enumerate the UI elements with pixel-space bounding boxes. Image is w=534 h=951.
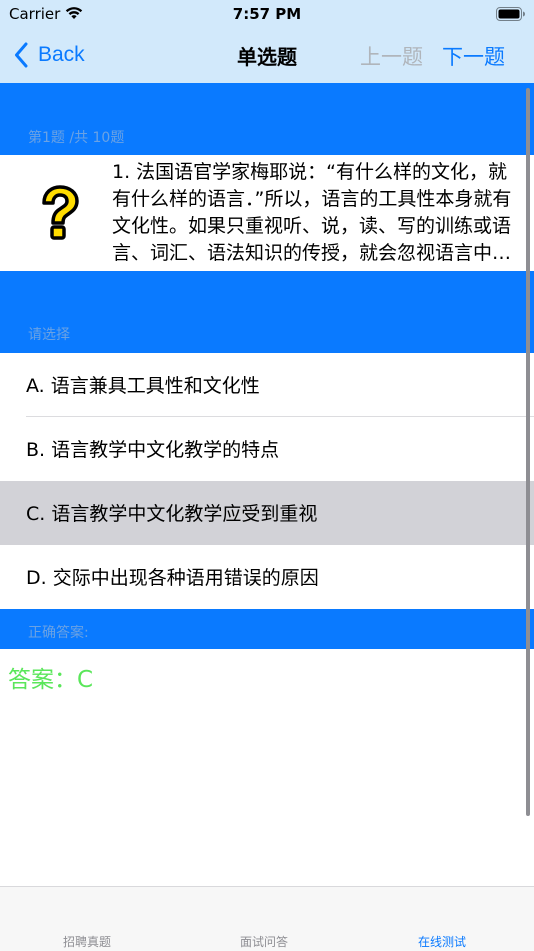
- correct-answer-band: 正确答案:: [0, 609, 534, 649]
- option-b[interactable]: B. 语言教学中文化教学的特点: [0, 417, 534, 481]
- correct-answer-label: 正确答案:: [28, 625, 89, 641]
- question-row: 1. 法国语官学家梅耶说：“有什么样的文化，就有什么样的语言．”所以，语言的工具…: [0, 155, 534, 271]
- option-b-label: B. 语言教学中文化教学的特点: [26, 439, 280, 461]
- navigation-bar: Back 单选题 上一题 下一题: [0, 28, 534, 83]
- question-header-band: 第1题 /共 10题: [0, 83, 534, 155]
- option-c[interactable]: C. 语言教学中文化教学应受到重视: [0, 481, 534, 545]
- tab-interview-qa[interactable]: 面试问答: [240, 933, 288, 950]
- option-d[interactable]: D. 交际中出现各种语用错误的原因: [0, 545, 534, 609]
- status-bar: Carrier 7:57 PM: [0, 0, 534, 28]
- option-c-label: C. 语言教学中文化教学应受到重视: [26, 503, 318, 525]
- tab-online-test[interactable]: 在线测试: [418, 933, 466, 950]
- choose-band: 请选择: [0, 271, 534, 353]
- choose-label: 请选择: [28, 327, 70, 343]
- question-text: 1. 法国语官学家梅耶说：“有什么样的文化，就有什么样的语言．”所以，语言的工具…: [112, 161, 512, 264]
- tab-recruitment-questions[interactable]: 招聘真题: [63, 933, 111, 950]
- top-bar: Carrier 7:57 PM Back 单选题 上一题 下一题: [0, 0, 534, 83]
- answer-text: 答案：C: [8, 667, 94, 693]
- option-a[interactable]: A. 语言兼具工具性和文化性: [0, 353, 534, 417]
- battery-icon: [496, 7, 525, 21]
- question-content[interactable]: 第1题 /共 10题 1. 法国语官学家梅耶说：“有什么样的文化，就有什么样的语…: [0, 83, 534, 886]
- question-counter: 第1题 /共 10题: [28, 130, 125, 146]
- tab-bar: 招聘真题 面试问答 在线测试: [0, 886, 534, 951]
- scroll-indicator[interactable]: [526, 88, 530, 816]
- question-mark-icon: [42, 185, 79, 240]
- next-question-button[interactable]: 下一题: [442, 41, 505, 71]
- previous-question-button[interactable]: 上一题: [360, 41, 423, 71]
- option-a-label: A. 语言兼具工具性和文化性: [26, 375, 260, 397]
- option-d-label: D. 交际中出现各种语用错误的原因: [26, 567, 319, 589]
- status-time: 7:57 PM: [232, 5, 302, 23]
